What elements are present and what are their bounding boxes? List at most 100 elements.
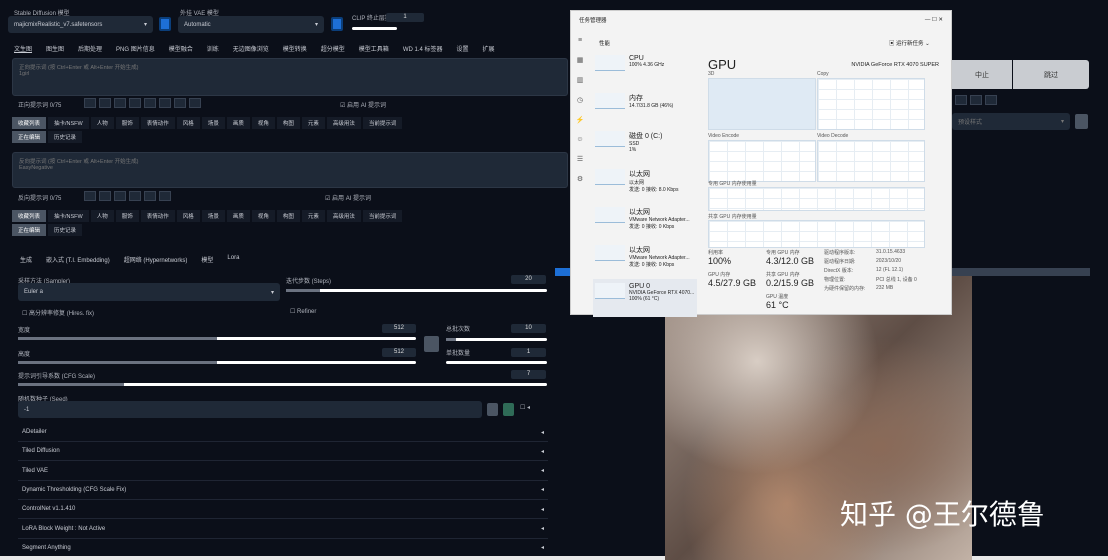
tab[interactable]: 训练 [207, 44, 219, 53]
processes-icon[interactable]: ▦ [577, 56, 584, 64]
skip-button[interactable]: 跳过 [1013, 60, 1089, 89]
gen-tab[interactable]: 超网络 (Hypernetworks) [124, 255, 188, 264]
tab[interactable]: 无边图像浏览 [233, 44, 269, 53]
gen-tab[interactable]: 生成 [20, 255, 32, 264]
width-slider[interactable] [18, 337, 416, 340]
subtab[interactable]: 收藏列表 [12, 117, 47, 129]
clip-slider[interactable] [352, 27, 397, 30]
subtab[interactable]: 画质 [226, 117, 250, 129]
subtab[interactable]: 画质 [226, 210, 250, 222]
extra-checkbox[interactable]: ☐ ◂ [520, 404, 530, 411]
performance-icon[interactable]: ▥ [577, 76, 584, 84]
clip-input[interactable]: 1 [386, 13, 424, 22]
hires-fix-checkbox[interactable]: ☐ 高分辨率修复 (Hires. fix) [22, 308, 276, 317]
accordion-item[interactable]: ADetailer ◂ [18, 423, 548, 442]
tool-button[interactable] [84, 98, 96, 108]
tool-button[interactable] [159, 98, 171, 108]
resource-item[interactable]: CPU 100% 4.36 GHz [593, 51, 697, 89]
batch-size-slider[interactable] [446, 361, 547, 364]
subtab[interactable]: 历史记录 [48, 224, 83, 236]
subtab[interactable]: 抽卡/NSFW [48, 210, 89, 222]
subtab[interactable]: 抽卡/NSFW [48, 117, 89, 129]
subtab[interactable]: 风格 [176, 210, 200, 222]
tool-button[interactable] [129, 98, 141, 108]
vae-select[interactable]: Automatic ▾ [178, 16, 324, 33]
seed-input[interactable]: -1 [18, 401, 482, 418]
interrupt-button[interactable]: 中止 [952, 60, 1012, 89]
history-icon[interactable]: ◷ [577, 96, 583, 104]
tab[interactable]: 设置 [456, 44, 468, 53]
subtab[interactable]: 服饰 [115, 117, 139, 129]
tool-button[interactable] [144, 191, 156, 201]
gen-tab[interactable]: 嵌入式 (T.I. Embedding) [46, 255, 110, 264]
subtab[interactable]: 人物 [90, 117, 114, 129]
tab[interactable]: 超分模型 [321, 44, 345, 53]
subtab[interactable]: 人物 [90, 210, 114, 222]
run-new-task-button[interactable]: ▣ 运行新任务 ⌄ [889, 39, 930, 47]
tool-button[interactable] [189, 98, 201, 108]
resource-item[interactable]: 内存 14.7/31.8 GB (46%) [593, 89, 697, 127]
details-icon[interactable]: ☰ [577, 155, 583, 163]
subtab[interactable]: 正在编辑 [12, 224, 47, 236]
tab[interactable]: WD 1.4 标签器 [403, 44, 443, 53]
resource-item[interactable]: 以太网 以太网 发送: 0 接收: 8.0 Kbps [593, 165, 697, 203]
resource-item[interactable]: 磁盘 0 (C:) SSD 1% [593, 127, 697, 165]
tab[interactable]: 文生图 [14, 44, 32, 53]
cfg-slider[interactable] [18, 383, 547, 386]
subtab[interactable]: 历史记录 [48, 131, 83, 143]
prompt-textarea[interactable]: 正向提示词 (按 Ctrl+Enter 或 Alt+Enter 开始生成) 1gi… [12, 58, 568, 96]
swap-dimensions-button[interactable] [424, 336, 439, 352]
checkpoint-select[interactable]: majicmixRealistic_v7.safetensors ▾ [8, 16, 153, 33]
subtab[interactable]: 表情动作 [140, 117, 175, 129]
menu-icon[interactable]: ≡ [578, 37, 582, 44]
subtab[interactable]: 当前提示词 [362, 210, 403, 222]
cfg-input[interactable]: 7 [511, 370, 546, 379]
tab[interactable]: PNG 图片信息 [116, 44, 155, 53]
style-select[interactable]: 预设样式 ▾ [952, 113, 1070, 130]
window-controls[interactable]: — ☐ ✕ [925, 17, 943, 23]
tool-button[interactable] [129, 191, 141, 201]
refiner-checkbox[interactable]: ☐ Refiner [290, 308, 316, 315]
subtab[interactable]: 场景 [201, 210, 225, 222]
tool-button[interactable] [84, 191, 96, 201]
gen-tab[interactable]: Lora [227, 255, 239, 264]
sampler-select[interactable]: Euler a ▾ [18, 283, 280, 301]
resource-item[interactable]: 以太网 VMware Network Adapter... 发送: 0 接收: 0 … [593, 241, 697, 279]
tool-button[interactable] [144, 98, 156, 108]
tab[interactable]: 后期处理 [78, 44, 102, 53]
tool-button[interactable] [174, 98, 186, 108]
height-slider[interactable] [18, 361, 416, 364]
subtab[interactable]: 当前提示词 [362, 117, 403, 129]
services-icon[interactable]: ⚙ [577, 175, 583, 183]
accordion-item[interactable]: Dynamic Thresholding (CFG Scale Fix) ◂ [18, 481, 548, 500]
height-input[interactable]: 512 [382, 348, 416, 357]
tool-button[interactable] [114, 191, 126, 201]
clipboard-icon[interactable] [985, 95, 997, 105]
subtab[interactable]: 服饰 [115, 210, 139, 222]
tab[interactable]: 模型融合 [169, 44, 193, 53]
accordion-item[interactable]: Tiled VAE ◂ [18, 462, 548, 481]
accordion-item[interactable]: LoRA Block Weight : Not Active ◂ [18, 520, 548, 539]
batch-count-slider[interactable] [446, 338, 547, 341]
edit-style-icon[interactable] [1075, 114, 1088, 129]
steps-slider[interactable] [286, 289, 547, 292]
refresh-vae-button[interactable] [331, 17, 343, 31]
gen-tab[interactable]: 模型 [201, 255, 213, 264]
restore-icon[interactable] [955, 95, 967, 105]
width-input[interactable]: 512 [382, 324, 416, 333]
subtab[interactable]: 元素 [301, 117, 325, 129]
subtab[interactable]: 高级用法 [326, 210, 361, 222]
ai-prompt-checkbox[interactable]: ☑ 启用 AI 提示词 [340, 100, 386, 109]
tab[interactable]: 扩展 [483, 44, 495, 53]
users-icon[interactable]: ☺ [576, 136, 583, 143]
tool-button[interactable] [114, 98, 126, 108]
subtab[interactable]: 视角 [251, 210, 275, 222]
subtab[interactable]: 构图 [276, 210, 300, 222]
subtab[interactable]: 风格 [176, 117, 200, 129]
tool-button[interactable] [159, 191, 171, 201]
accordion-item[interactable]: ControlNet v1.1.410 ◂ [18, 500, 548, 520]
refresh-button[interactable] [159, 17, 171, 31]
subtab[interactable]: 表情动作 [140, 210, 175, 222]
batch-size-input[interactable]: 1 [511, 348, 546, 357]
subtab[interactable]: 场景 [201, 117, 225, 129]
